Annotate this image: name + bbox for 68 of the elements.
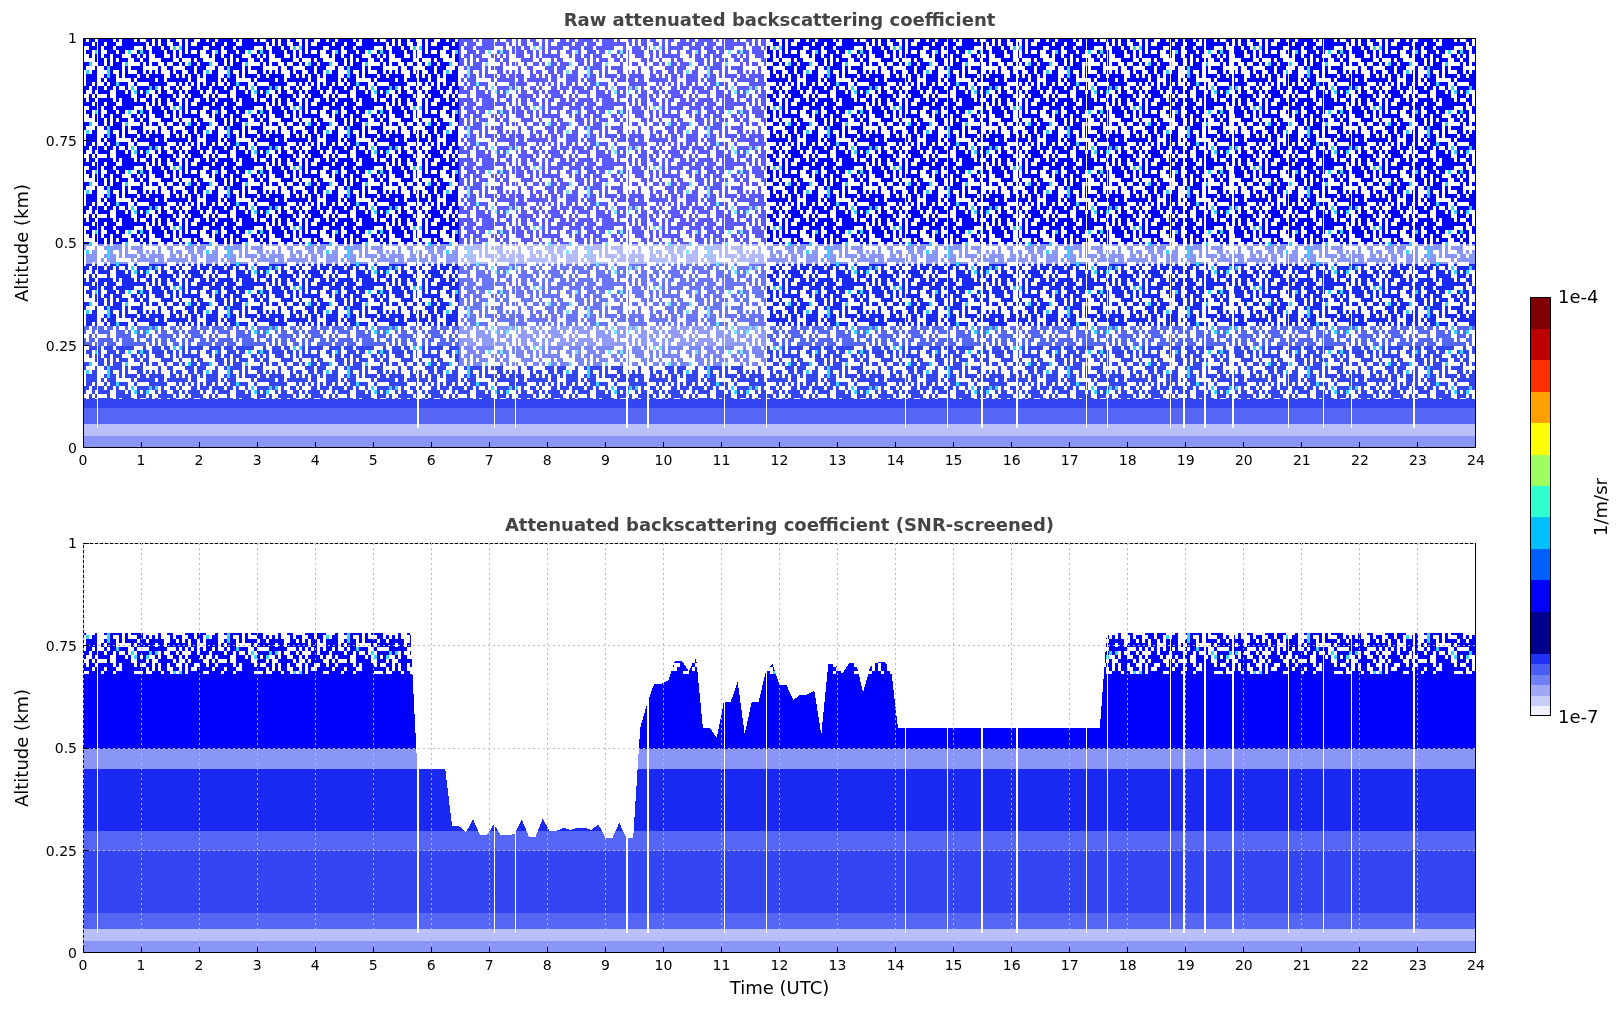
x-tick-label: 8	[542, 452, 552, 468]
x-tick-label: 11	[712, 452, 731, 468]
x-tick-label: 10	[654, 957, 673, 973]
x-tick-label: 12	[770, 452, 789, 468]
x-tick-label: 3	[252, 452, 262, 468]
x-tick-label: 14	[886, 452, 905, 468]
x-tick-label: 17	[1060, 452, 1079, 468]
x-tick-label: 12	[770, 957, 789, 973]
x-tick-label: 20	[1234, 452, 1253, 468]
x-tick-label: 20	[1234, 957, 1253, 973]
x-tick-label: 1	[136, 957, 146, 973]
x-tick-label: 24	[1467, 957, 1485, 973]
x-tick-label: 21	[1292, 452, 1311, 468]
y-axis-label: Altitude (km)	[10, 688, 32, 808]
colorbar-min-label: 1e-7	[1558, 706, 1599, 727]
y-tick-label: 0.25	[45, 337, 77, 354]
y-tick-label: 0	[68, 945, 77, 961]
y-tick-label: 0	[68, 440, 77, 456]
x-tick-label: 6	[426, 957, 436, 973]
x-tick-label: 5	[368, 957, 378, 973]
x-tick-label: 0	[78, 957, 88, 973]
x-tick-label: 13	[828, 452, 847, 468]
y-tick-label: 0.5	[54, 235, 77, 251]
y-tick-label: 1	[68, 535, 77, 551]
x-tick-label: 2	[194, 452, 204, 468]
x-tick-label: 18	[1118, 452, 1137, 468]
x-tick-label: 9	[600, 452, 610, 468]
x-tick-label: 6	[426, 452, 436, 468]
y-axis-label: Altitude (km)	[10, 183, 32, 303]
x-tick-label: 4	[310, 957, 320, 973]
x-tick-label: 14	[886, 957, 905, 973]
x-tick-label: 10	[654, 452, 673, 468]
x-tick-label: 23	[1409, 452, 1427, 468]
x-tick-label: 9	[600, 957, 610, 973]
y-tick-label: 0.25	[45, 842, 77, 859]
x-tick-label: 18	[1118, 957, 1137, 973]
x-tick-label: 15	[944, 957, 963, 973]
x-tick-label: 4	[310, 452, 320, 468]
colorbar-max-label: 1e-4	[1558, 286, 1599, 307]
x-tick-label: 16	[1002, 452, 1021, 468]
chart-title: Raw attenuated backscattering coefficient	[563, 8, 996, 30]
x-tick-label: 2	[194, 957, 204, 973]
chart-title: Attenuated backscattering coefficient (SNR-screened)	[504, 513, 1055, 535]
x-tick-label: 19	[1176, 452, 1195, 468]
x-tick-label: 8	[542, 957, 552, 973]
x-tick-label: 16	[1002, 957, 1021, 973]
x-tick-label: 22	[1351, 452, 1369, 468]
x-tick-label: 19	[1176, 957, 1195, 973]
y-tick-label: 0.5	[54, 740, 77, 756]
y-tick-label: 1	[68, 30, 77, 46]
x-tick-label: 7	[484, 957, 494, 973]
x-tick-label: 21	[1292, 957, 1311, 973]
y-tick-label: 0.75	[45, 637, 77, 654]
x-tick-label: 22	[1351, 957, 1369, 973]
x-tick-label: 3	[252, 957, 262, 973]
colorbar-label: 1/m/sr	[1589, 477, 1611, 536]
x-axis-label: Time (UTC)	[729, 977, 830, 998]
x-tick-label: 17	[1060, 957, 1079, 973]
x-tick-label: 5	[368, 452, 378, 468]
x-tick-label: 24	[1467, 452, 1485, 468]
x-tick-label: 11	[712, 957, 731, 973]
x-tick-label: 15	[944, 452, 963, 468]
y-tick-label: 0.75	[45, 132, 77, 149]
x-tick-label: 1	[136, 452, 146, 468]
x-tick-label: 7	[484, 452, 494, 468]
x-tick-label: 13	[828, 957, 847, 973]
x-tick-label: 0	[78, 452, 88, 468]
x-tick-label: 23	[1409, 957, 1427, 973]
